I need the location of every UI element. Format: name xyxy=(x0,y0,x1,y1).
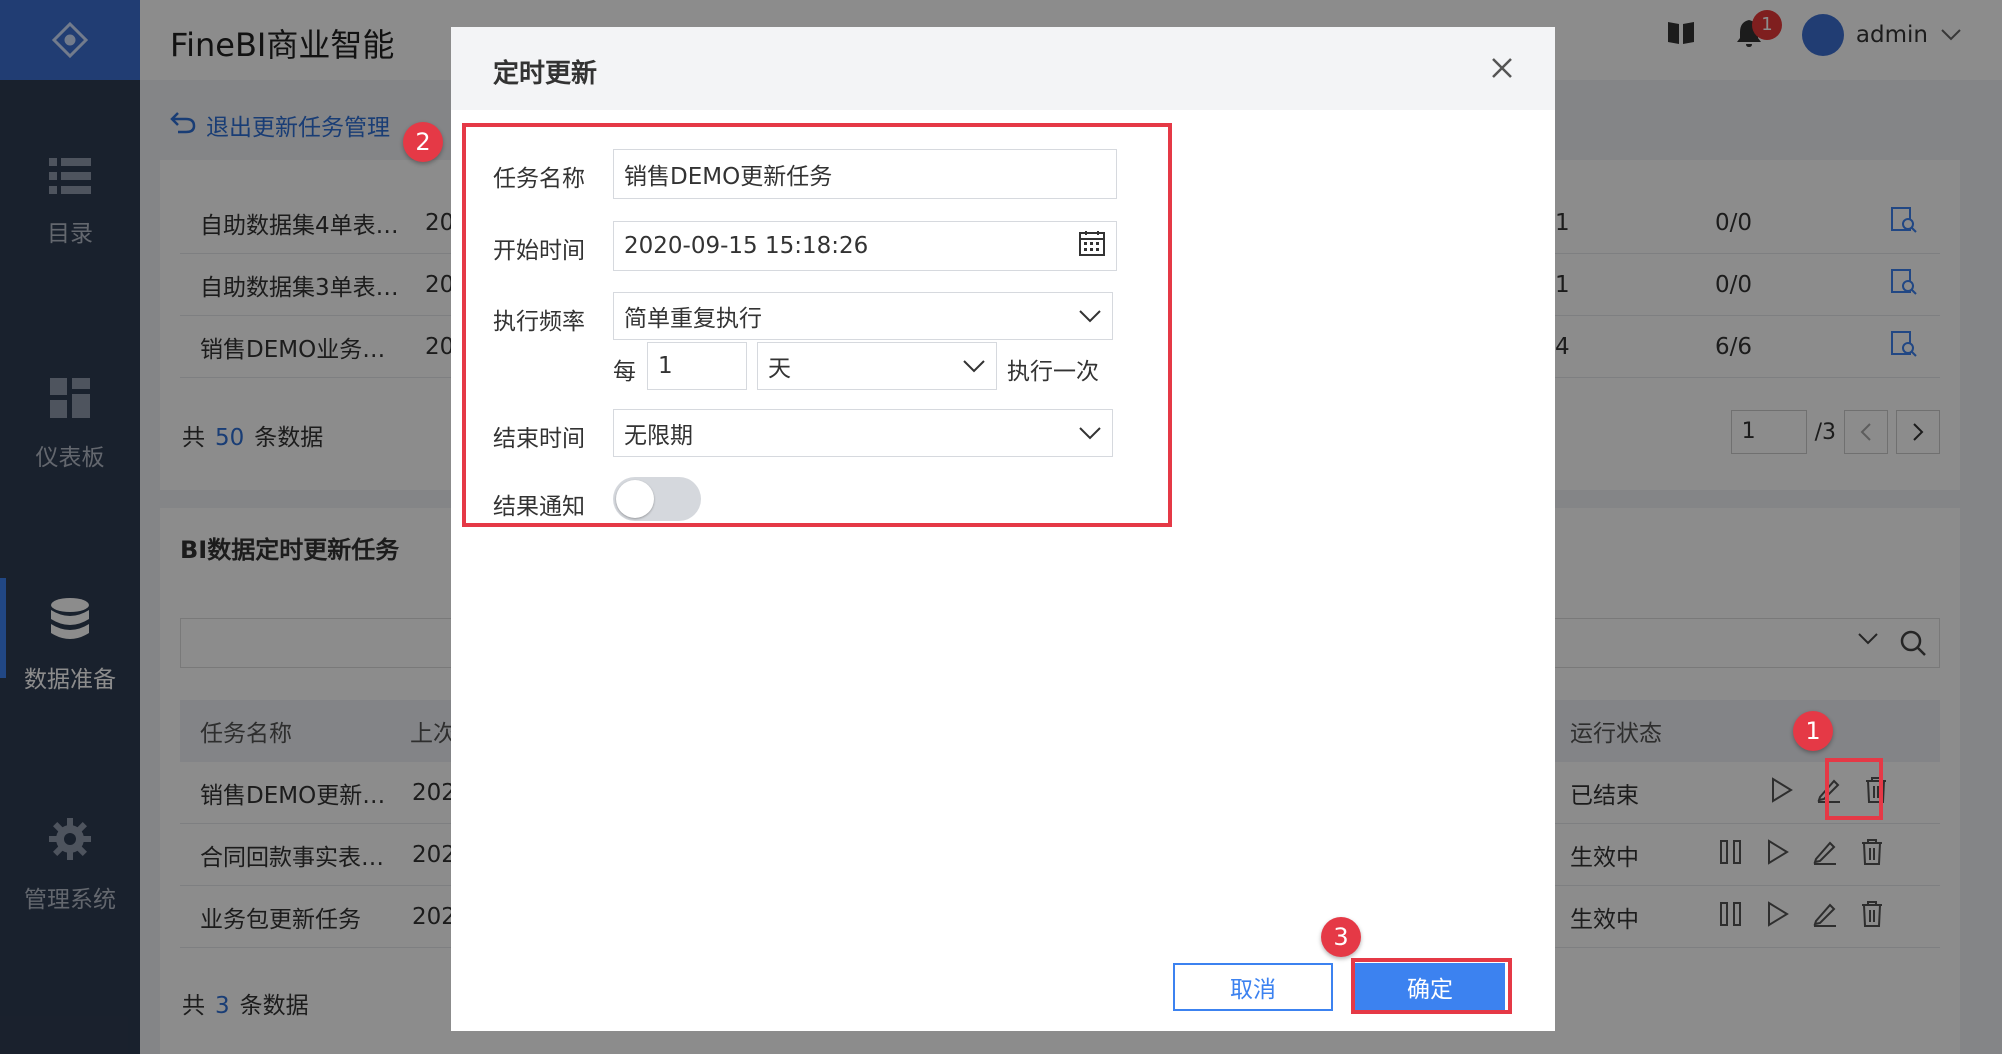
step-badge-2: 2 xyxy=(403,122,443,162)
highlight-edit-icon xyxy=(1825,758,1883,820)
step-badge-3: 3 xyxy=(1321,917,1361,957)
step-badge-1: 1 xyxy=(1793,711,1833,751)
highlight-form xyxy=(462,123,1172,527)
dialog-header: 定时更新 xyxy=(451,27,1555,110)
highlight-confirm-button xyxy=(1351,958,1512,1014)
dialog-title: 定时更新 xyxy=(493,59,598,89)
close-icon[interactable] xyxy=(1487,53,1517,83)
cancel-button[interactable]: 取消 xyxy=(1173,963,1333,1011)
